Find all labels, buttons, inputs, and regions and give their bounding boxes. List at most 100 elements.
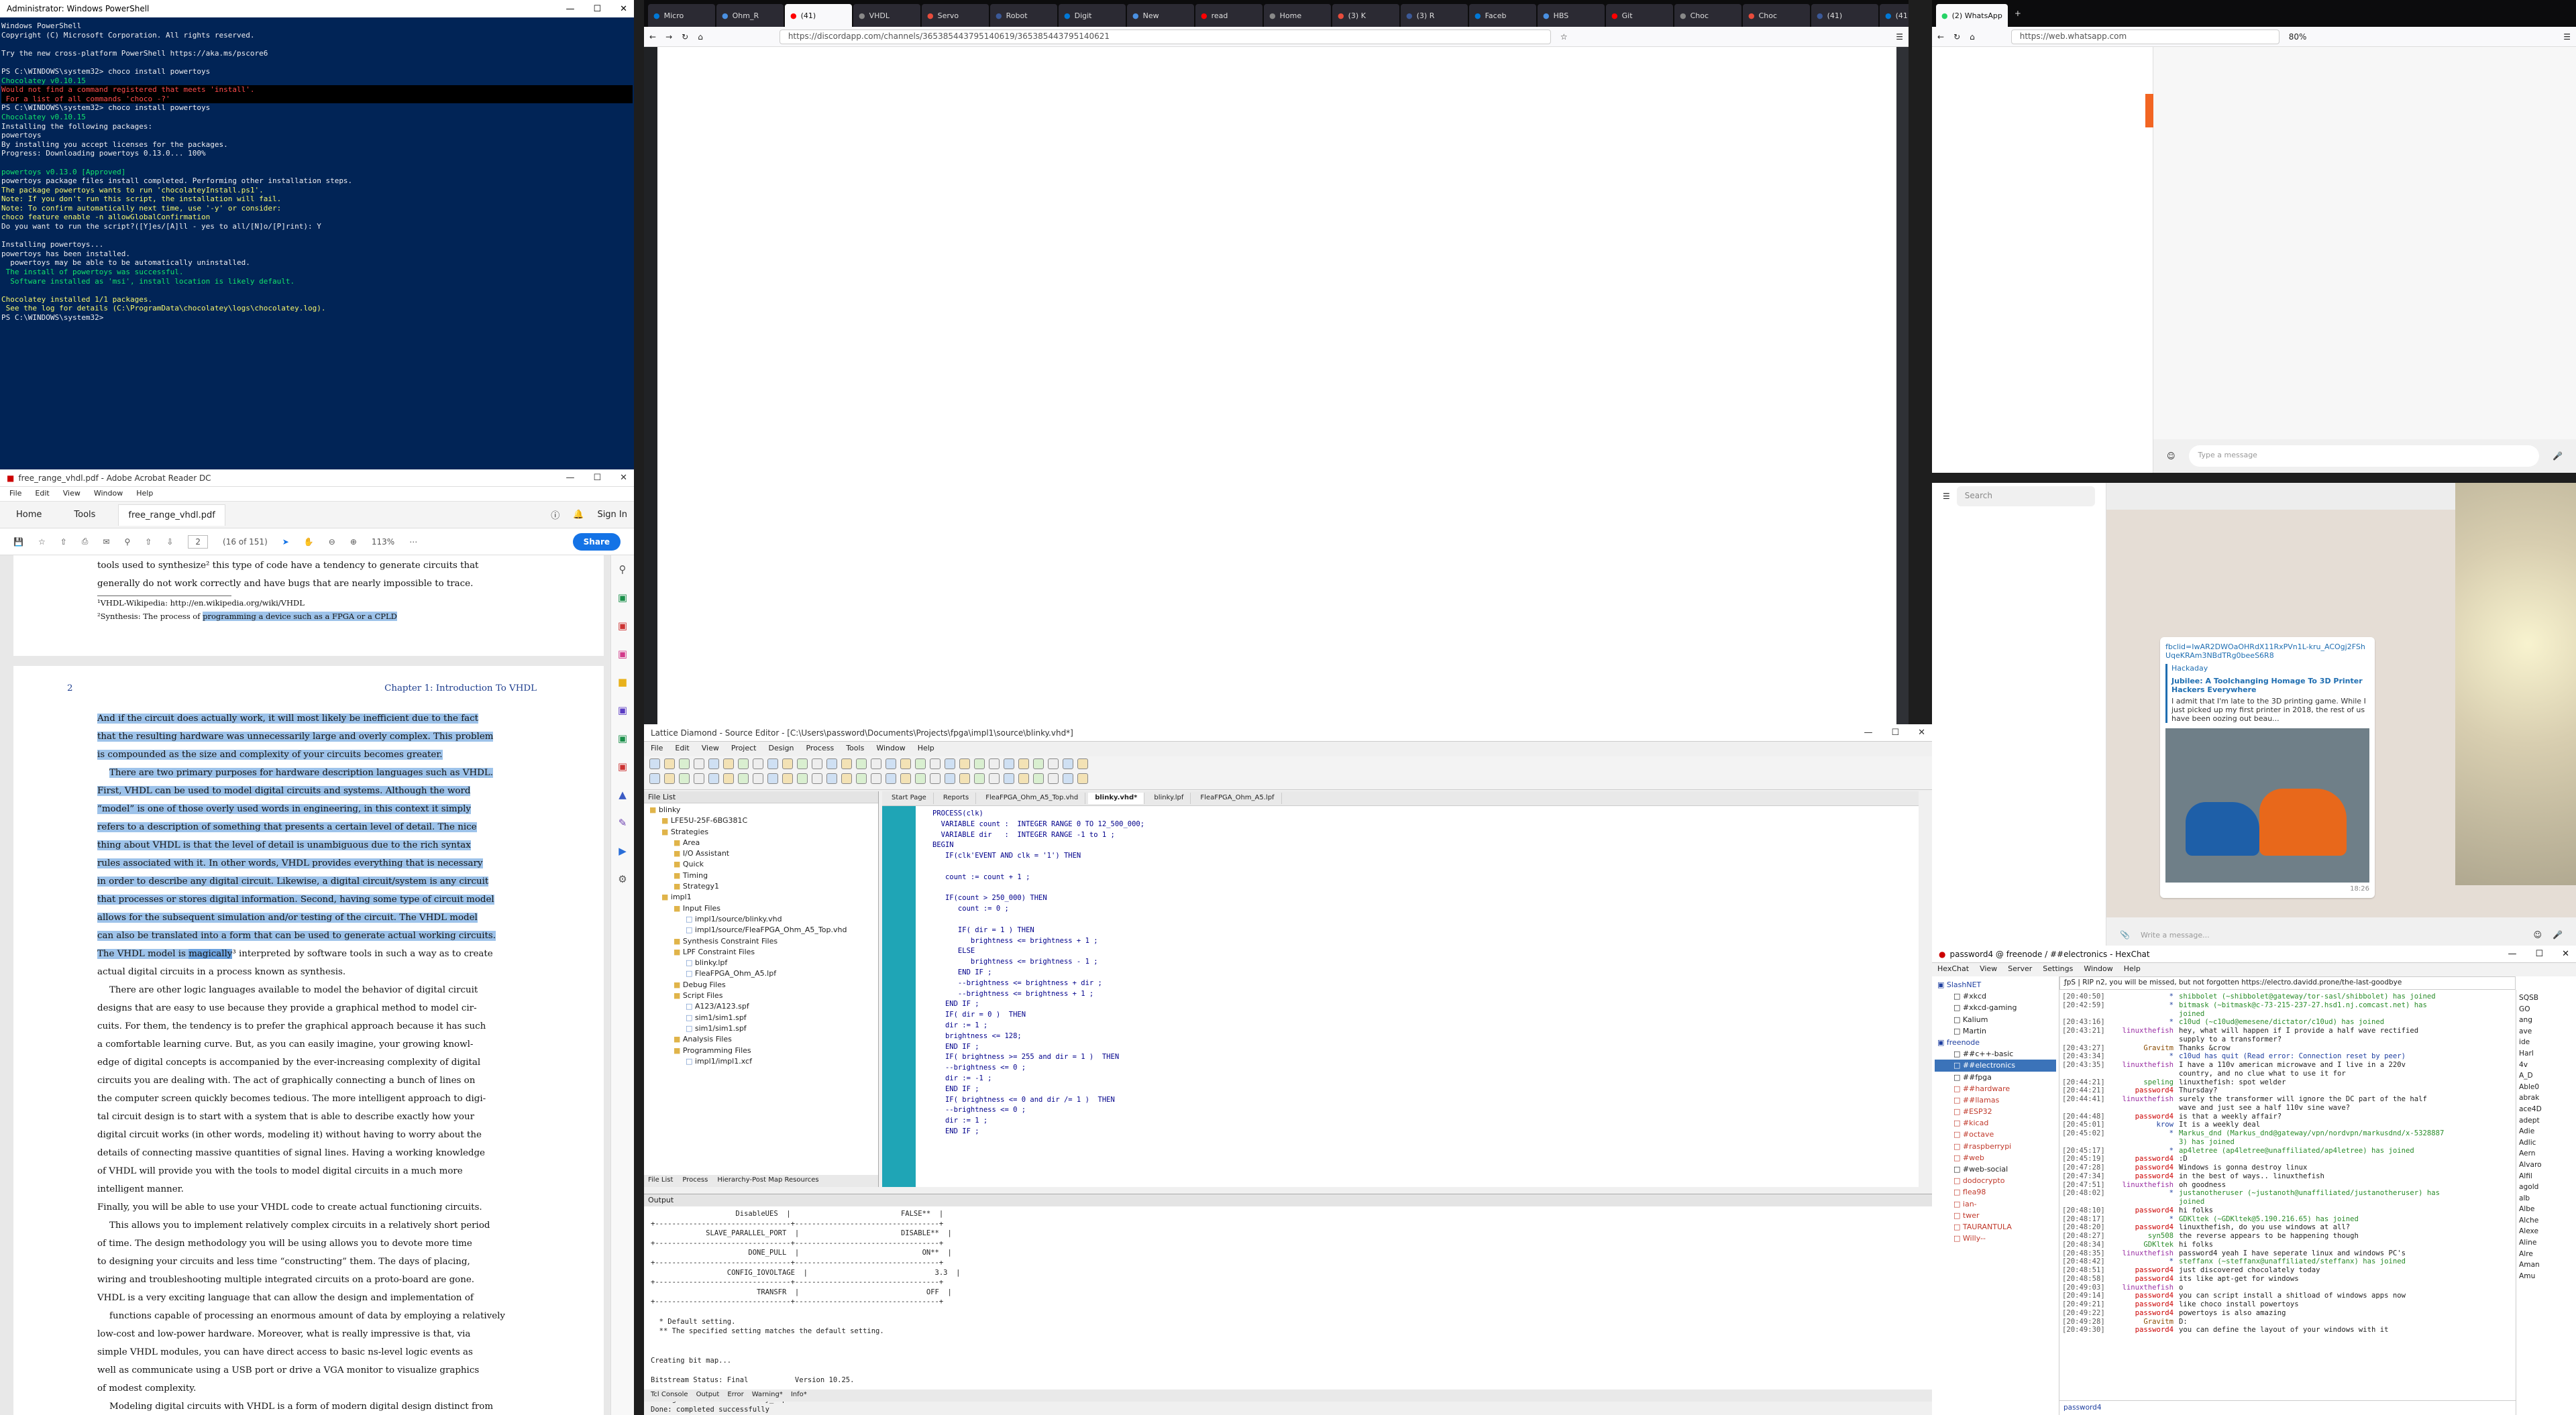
close-icon[interactable]: ✕	[620, 473, 627, 483]
email-icon[interactable]: ✉	[103, 537, 109, 547]
search-input[interactable]: Search	[1956, 486, 2095, 506]
combine-icon[interactable]: ▣	[618, 704, 627, 716]
sign-in-button[interactable]: Sign In	[597, 510, 627, 520]
toolbar-button-icon[interactable]	[871, 758, 881, 769]
toolbar-button-icon[interactable]	[930, 773, 941, 784]
menu-item[interactable]: Window	[2084, 964, 2112, 975]
toolbar-button-icon[interactable]	[753, 758, 763, 769]
user-item[interactable]: Alche	[2519, 1215, 2573, 1227]
user-item[interactable]: ace4D	[2519, 1104, 2573, 1115]
reload-icon[interactable]: ↻	[1953, 32, 1960, 42]
toolbar-button-icon[interactable]	[753, 773, 763, 784]
editor-tab[interactable]: Start Page	[885, 793, 934, 804]
message-input[interactable]: Type a message	[2188, 445, 2540, 467]
menu-item[interactable]: File	[651, 744, 663, 754]
maximize-icon[interactable]: ☐	[1891, 728, 1899, 738]
export-pdf-icon[interactable]: ▣	[618, 591, 627, 604]
address-bar[interactable]: https://discordapp.com/channels/36538544…	[779, 29, 1551, 44]
browser-tab[interactable]: ● VHDL	[853, 4, 920, 27]
user-item[interactable]: Aline	[2519, 1237, 2573, 1249]
file-tree-item[interactable]: ■ Analysis Files	[647, 1034, 875, 1045]
redact-icon[interactable]: ▣	[618, 760, 627, 773]
toolbar-button-icon[interactable]	[959, 758, 970, 769]
channel-item[interactable]: □ ian-	[1935, 1198, 2056, 1210]
user-item[interactable]: ave	[2519, 1026, 2573, 1037]
maximize-icon[interactable]: ☐	[593, 4, 601, 14]
user-item[interactable]: adept	[2519, 1115, 2573, 1127]
user-item[interactable]: ang	[2519, 1015, 2573, 1026]
menu-item[interactable]: Help	[136, 489, 153, 499]
browser-tab[interactable]: ●(41)	[1880, 4, 1909, 27]
user-item[interactable]: Adie	[2519, 1126, 2573, 1137]
tab-home[interactable]: Home	[7, 504, 51, 525]
toolbar-button-icon[interactable]	[841, 773, 852, 784]
close-icon[interactable]: ✕	[1918, 728, 1925, 738]
toolbar-button-icon[interactable]	[841, 758, 852, 769]
toolbar-button-icon[interactable]	[767, 773, 778, 784]
toolbar-button-icon[interactable]	[679, 758, 690, 769]
zoom-level[interactable]: 80%	[2289, 32, 2307, 42]
toolbar-button-icon[interactable]	[974, 773, 985, 784]
browser-tab[interactable]: ● Servo	[922, 4, 989, 27]
toolbar-button-icon[interactable]	[900, 758, 911, 769]
message-entry[interactable]: password4	[2059, 1400, 2516, 1415]
channel-item[interactable]: □ ##c++-basic	[1935, 1048, 2056, 1060]
file-tree-item[interactable]: □ impl1/source/blinky.vhd	[647, 914, 875, 925]
user-item[interactable]: Alexe	[2519, 1226, 2573, 1237]
user-item[interactable]: A_D	[2519, 1070, 2573, 1082]
attach-icon[interactable]: 📎	[2120, 930, 2130, 940]
toolbar-button-icon[interactable]	[664, 773, 675, 784]
user-item[interactable]: SQSB	[2519, 993, 2573, 1004]
acrobat-titlebar[interactable]: ■ free_range_vhdl.pdf - Adobe Acrobat Re…	[0, 469, 634, 487]
microphone-icon[interactable]: 🎤	[2553, 930, 2563, 940]
close-icon[interactable]: ✕	[2562, 949, 2569, 959]
toolbar-button-icon[interactable]	[649, 773, 660, 784]
toolbar-button-icon[interactable]	[738, 773, 749, 784]
toolbar-button-icon[interactable]	[900, 773, 911, 784]
channel-item[interactable]: □ #xkcd	[1935, 990, 2056, 1002]
zoom-tool-icon[interactable]: ⚲	[619, 563, 627, 575]
menu-icon[interactable]: ☰	[1943, 492, 1950, 501]
toolbar-button-icon[interactable]	[856, 773, 867, 784]
toolbar-button-icon[interactable]	[1033, 758, 1044, 769]
channel-item[interactable]: □ #octave	[1935, 1129, 2056, 1140]
channel-item[interactable]: □ Martin	[1935, 1025, 2056, 1037]
toolbar-button-icon[interactable]	[1077, 758, 1088, 769]
toolbar-button-icon[interactable]	[767, 758, 778, 769]
zoom-level[interactable]: 113%	[372, 537, 394, 547]
channel-item[interactable]: ▣ freenode	[1935, 1037, 2056, 1048]
forward-icon[interactable]: →	[665, 32, 672, 42]
file-tree-item[interactable]: ■ Script Files	[647, 990, 875, 1001]
file-tree-item[interactable]: □ sim1/sim1.spf	[647, 1013, 875, 1023]
channel-item[interactable]: □ Willy--	[1935, 1233, 2056, 1244]
user-item[interactable]: ide	[2519, 1037, 2573, 1048]
toolbar-button-icon[interactable]	[945, 758, 955, 769]
message-bubble[interactable]: fbclid=IwAR2DWOaOHRdX11RxPVn1L-kru_ACOgj…	[2160, 637, 2375, 898]
toolbar-button-icon[interactable]	[1004, 773, 1014, 784]
toolbar-button-icon[interactable]	[812, 773, 822, 784]
channel-item[interactable]: □ flea98	[1935, 1186, 2056, 1198]
share-button[interactable]: Share	[572, 532, 621, 551]
bookmark-icon[interactable]: ☆	[38, 537, 46, 547]
toolbar-button-icon[interactable]	[885, 758, 896, 769]
powershell-console[interactable]: Windows PowerShell Copyright (C) Microsof…	[0, 17, 634, 327]
toolbar-button-icon[interactable]	[782, 773, 793, 784]
channel-topic[interactable]: ƒpS | RIP n2, you will be missed, but no…	[2059, 976, 2516, 990]
channel-item[interactable]: □ #raspberrypi	[1935, 1141, 2056, 1152]
page-number-input[interactable]: 2	[188, 534, 209, 549]
output-text[interactable]: DisableUES | FALSE** | +-----------------…	[644, 1206, 1932, 1415]
channel-item[interactable]: □ Kalium	[1935, 1014, 2056, 1025]
editor-tab[interactable]: FleaFPGA_Ohm_A5_Top.vhd	[979, 793, 1086, 804]
minimize-icon[interactable]: —	[2508, 949, 2516, 959]
file-tree-item[interactable]: □ impl1/impl1.xcf	[647, 1056, 875, 1067]
toolbar-button-icon[interactable]	[915, 758, 926, 769]
toolbar-button-icon[interactable]	[812, 758, 822, 769]
browser-tab[interactable]: ●(41)	[785, 4, 852, 27]
channel-item[interactable]: □ #web-social	[1935, 1164, 2056, 1175]
channel-item[interactable]: □ dodocrypto	[1935, 1175, 2056, 1186]
file-tree-item[interactable]: ■ Input Files	[647, 903, 875, 914]
toolbar-button-icon[interactable]	[782, 758, 793, 769]
channel-item[interactable]: □ ##fpga	[1935, 1072, 2056, 1083]
toolbar-button-icon[interactable]	[1018, 758, 1029, 769]
browser-tab[interactable]: ● Digit	[1059, 4, 1126, 27]
